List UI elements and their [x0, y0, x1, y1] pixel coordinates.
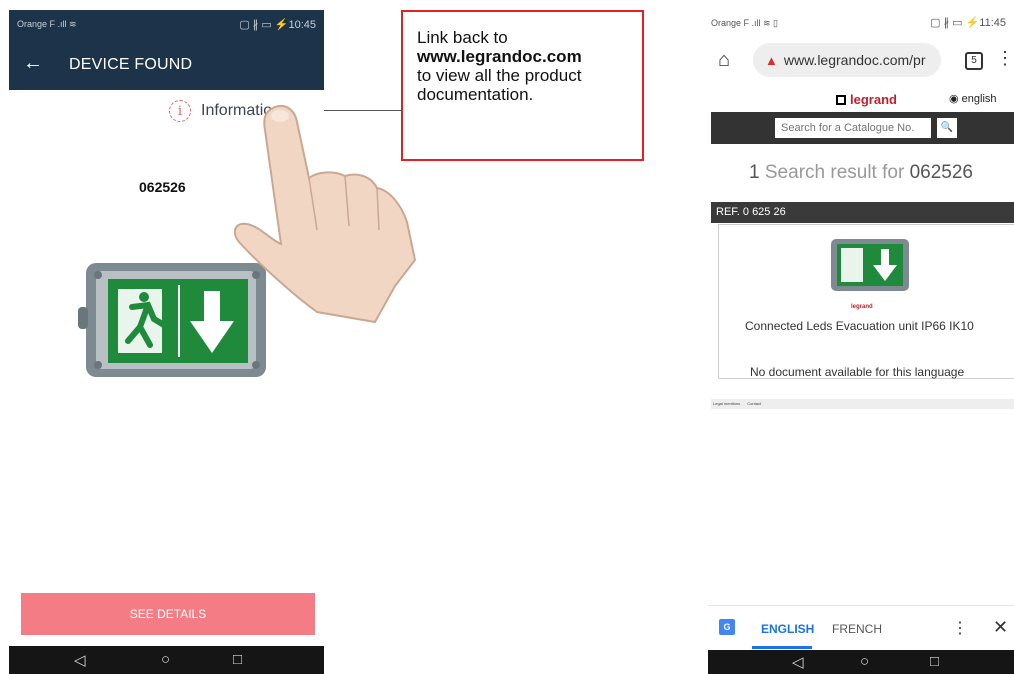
- status-clock: ▢ ∦ ▭ ⚡10:45: [239, 19, 316, 31]
- nav-recent-icon[interactable]: □: [930, 653, 939, 670]
- translate-menu-icon[interactable]: ⋮: [952, 618, 968, 638]
- language-link[interactable]: ◉ english: [949, 92, 997, 105]
- page-footer: Legal mentions Contact: [711, 399, 1014, 409]
- see-details-button[interactable]: SEE DETAILS: [21, 593, 315, 635]
- browser-menu-icon[interactable]: ⋮: [996, 48, 1014, 69]
- info-icon: i: [169, 100, 191, 122]
- translate-bar: G ENGLISH FRENCH ⋮ ✕: [708, 605, 1014, 650]
- url-text: www.legrandoc.com/pr: [783, 52, 926, 68]
- warning-icon: ▲: [765, 52, 778, 68]
- nav-back-icon[interactable]: ◁: [792, 653, 804, 671]
- callout-line-3: to view all the product documentation.: [417, 66, 582, 104]
- device-reference: 062526: [139, 179, 186, 195]
- legal-mentions-link[interactable]: Legal mentions: [713, 401, 740, 406]
- product-card[interactable]: legrand Connected Leds Evacuation unit I…: [718, 224, 1014, 379]
- nav-recent-icon[interactable]: □: [233, 651, 242, 668]
- page-title: DEVICE FOUND: [69, 56, 193, 73]
- tab-switcher-button[interactable]: 5: [965, 52, 983, 70]
- status-clock: ▢ ∦ ▭ ⚡11:45: [930, 17, 1006, 29]
- nav-home-icon[interactable]: ○: [161, 651, 170, 668]
- legrand-logo-mark: [836, 95, 846, 105]
- contact-link[interactable]: Contact: [747, 401, 761, 406]
- active-tab-indicator: [752, 646, 812, 649]
- pointing-hand-icon: [233, 104, 417, 324]
- right-phone-screen: Orange F .ıll ≋ ▯ ▢ ∦ ▭ ⚡11:45 ⌂ ▲ www.l…: [708, 10, 1014, 674]
- app-header: ← DEVICE FOUND: [9, 40, 324, 90]
- close-icon[interactable]: ✕: [993, 617, 1008, 638]
- android-nav-bar: ◁ ○ □: [9, 646, 324, 674]
- google-translate-icon: G: [719, 619, 735, 635]
- tab-french[interactable]: FRENCH: [832, 622, 882, 636]
- nav-home-icon[interactable]: ○: [860, 653, 869, 670]
- callout-connector-line: [324, 110, 401, 111]
- search-icon[interactable]: 🔍: [937, 118, 957, 138]
- status-carrier: Orange F .ıll ≋: [17, 19, 77, 29]
- nav-back-icon[interactable]: ◁: [74, 651, 86, 669]
- search-bar: 🔍: [711, 112, 1014, 144]
- callout-line-1: Link back to: [417, 28, 508, 47]
- android-nav-bar: ◁ ○ □: [708, 650, 1014, 674]
- catalogue-search-input[interactable]: [775, 118, 931, 138]
- product-description: Connected Leds Evacuation unit IP66 IK10: [745, 319, 974, 333]
- back-arrow-icon[interactable]: ←: [23, 52, 43, 75]
- legrand-logo[interactable]: legrand: [836, 92, 897, 107]
- mini-legrand-logo: legrand: [851, 304, 873, 310]
- tab-english[interactable]: ENGLISH: [761, 622, 814, 636]
- home-icon[interactable]: ⌂: [718, 49, 730, 72]
- address-bar[interactable]: ▲ www.legrandoc.com/pr: [753, 43, 941, 77]
- results-heading: 1 Search result for 062526: [749, 162, 973, 183]
- reference-header: REF. 0 625 26: [711, 202, 1014, 223]
- status-bar: Orange F .ıll ≋ ▢ ∦ ▭ ⚡10:45: [9, 10, 324, 40]
- browser-toolbar: ⌂ ▲ www.legrandoc.com/pr 5 ⋮: [708, 38, 1014, 88]
- status-carrier: Orange F .ıll ≋ ▯: [711, 18, 779, 28]
- callout-link: www.legrandoc.com: [417, 47, 582, 66]
- exit-sign-thumbnail: [831, 239, 909, 291]
- no-document-message: No document available for this language: [750, 365, 965, 379]
- status-bar: Orange F .ıll ≋ ▯ ▢ ∦ ▭ ⚡11:45: [708, 10, 1014, 38]
- callout-box: Link back to www.legrandoc.com to view a…: [401, 10, 644, 161]
